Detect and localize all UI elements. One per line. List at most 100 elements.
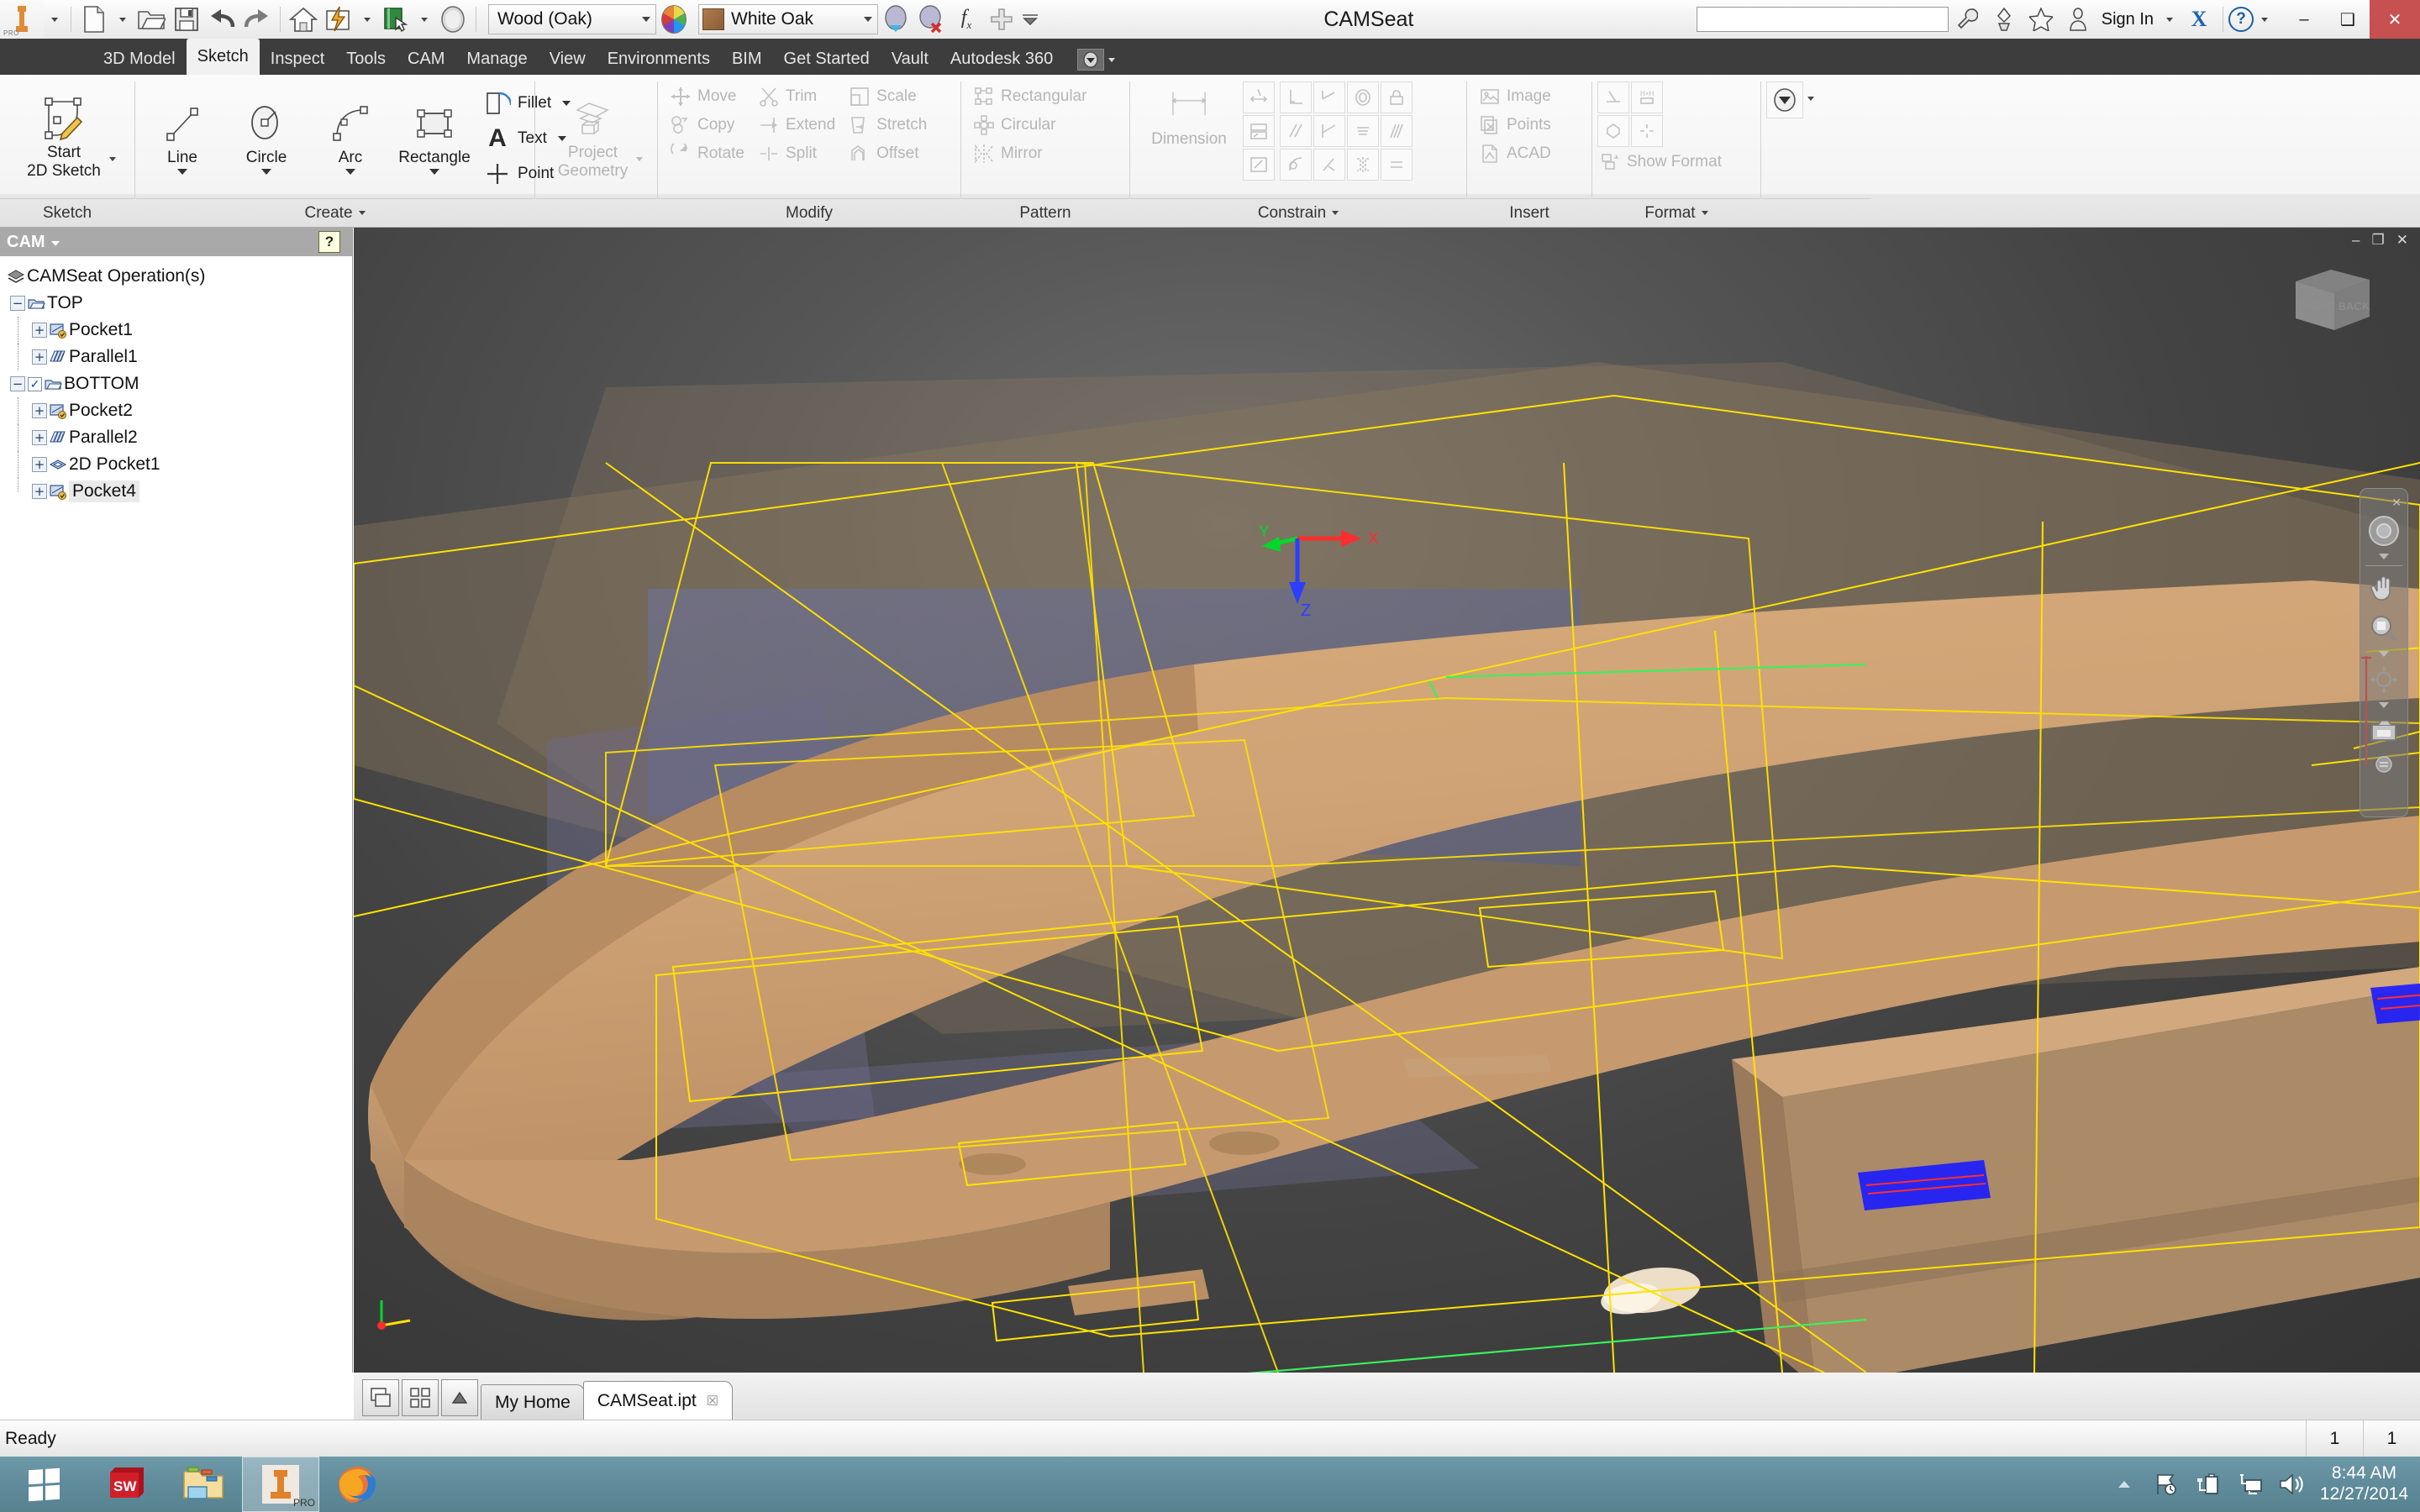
undo-icon[interactable] [204,2,239,37]
close-icon[interactable]: ☒ [707,1393,718,1410]
steering-wheel-dropdown-icon[interactable] [2379,554,2389,559]
material-dropdown[interactable]: Wood (Oak) [488,4,656,34]
stretch-button[interactable]: Stretch [842,112,934,139]
project-geometry-button[interactable]: Project Geometry [550,93,636,183]
clear-appearance-icon[interactable] [913,2,949,37]
expand-expander[interactable]: + [32,430,47,445]
move-button[interactable]: Move [663,83,751,110]
panel-expand-caret-icon[interactable] [358,211,366,215]
expand-expander[interactable]: + [32,484,47,499]
appearance-dropdown[interactable]: White Oak [698,4,878,34]
panel-expand-caret-icon[interactable] [1332,211,1339,215]
chevron-down-icon[interactable] [261,169,271,176]
tab-get-started[interactable]: Get Started [773,43,881,75]
tree-item-pocket1[interactable]: + Pocket1 [5,317,352,344]
tree-item-camseat-operations[interactable]: CAMSeat Operation(s) [5,263,352,290]
bottom-checkbox[interactable]: ✓ [28,376,42,391]
tab-environments[interactable]: Environments [597,43,721,75]
action-center-flag-icon[interactable] [2152,1470,2181,1499]
tree-item-pocket2[interactable]: + Pocket2 [5,397,352,424]
tab-3d-model[interactable]: 3D Model [92,43,187,75]
rectangular-pattern-button[interactable]: Rectangular [966,83,1093,110]
symmetric-constraint-icon[interactable] [1347,149,1379,181]
tab-view[interactable]: View [539,43,597,75]
scroll-tabs-button[interactable] [441,1379,478,1416]
expand-expander[interactable]: + [32,349,47,365]
search-input[interactable] [1696,7,1949,32]
chevron-down-icon[interactable] [50,241,60,246]
tab-my-home[interactable]: My Home [481,1384,585,1420]
appearance-icon[interactable] [435,2,471,37]
fx-parameters-icon[interactable]: fx [949,2,984,37]
windows-start-icon[interactable] [0,1457,87,1512]
close-button[interactable]: ✕ [2370,0,2420,39]
inventor-pro-icon[interactable]: PRO [242,1457,319,1512]
center-point-icon[interactable] [1631,115,1663,147]
arc-button[interactable]: Arc [308,98,392,178]
expand-expander[interactable]: + [32,403,47,418]
appearance-orb-icon[interactable] [661,5,687,34]
scale-button[interactable]: Scale [842,83,934,110]
look-at-icon[interactable] [2367,714,2401,748]
panel-title-format[interactable]: Format [1592,198,1760,227]
help-dropdown-icon[interactable] [2254,2,2275,37]
user-account-icon[interactable] [2064,5,2092,34]
chevron-down-icon[interactable] [177,169,187,176]
sign-in-link[interactable]: Sign In [2102,10,2154,29]
start-2d-sketch-button[interactable]: Start 2D Sketch [18,93,109,183]
zoom-magnifier-icon[interactable] [2367,612,2401,645]
app-menu-caret-icon[interactable] [44,2,66,37]
rotate-button[interactable]: Rotate [663,140,751,167]
tree-item-parallel2[interactable]: + Parallel2 [5,424,352,451]
exchange-icon[interactable] [1990,5,2018,34]
ribbon-display-options-icon[interactable] [1077,49,1105,71]
insert-acad-button[interactable]: ACAD [1472,140,1558,167]
navbar-close-icon[interactable]: ✕ [2391,496,2402,510]
equal-constraint-icon[interactable] [1381,149,1413,181]
tab-bim[interactable]: BIM [721,43,773,75]
volume-icon[interactable] [2278,1470,2307,1499]
tangent-constraint-icon[interactable] [1313,115,1345,147]
show-format-button[interactable]: Show Format [1597,149,1728,176]
tab-cam[interactable]: CAM [397,43,455,75]
parallel-constraint-icon[interactable] [1313,81,1345,113]
autodesk-exchange-x-icon[interactable]: X [2185,5,2213,34]
rectangle-button[interactable]: Rectangle [392,98,476,178]
split-button[interactable]: Split [751,140,842,167]
parallel2-constraint-icon[interactable] [1280,115,1312,147]
update-dropdown-icon[interactable] [356,2,378,37]
steering-wheel-icon[interactable] [2367,514,2401,548]
panel-expand-caret-icon[interactable] [1701,211,1708,215]
wrench-icon[interactable] [1953,5,1981,34]
tree-item-pocket4[interactable]: + Pocket4 [5,478,352,505]
firefox-icon[interactable] [319,1457,397,1512]
dimension-button[interactable]: Dimension [1135,80,1243,151]
mirror-button[interactable]: Mirror [966,140,1093,167]
redo-icon[interactable] [239,2,275,37]
circular-pattern-button[interactable]: Circular [966,112,1093,139]
chevron-down-icon[interactable] [429,169,439,176]
select-icon[interactable] [378,2,413,37]
update-icon[interactable] [321,2,356,37]
show-constraints-icon[interactable] [1243,115,1275,147]
cascade-windows-button[interactable] [362,1379,399,1416]
insert-points-button[interactable]: Points [1472,112,1558,139]
panel-title-create[interactable]: Create [135,198,534,227]
tab-camseat-ipt[interactable]: CAMSeat.ipt ☒ [582,1381,734,1420]
pan-hand-icon[interactable] [2367,572,2401,606]
vertical-constraint-icon[interactable] [1381,115,1413,147]
minimize-button[interactable]: – [2282,0,2326,39]
ribbon-options-caret-icon[interactable] [1108,57,1116,62]
horizontal-constraint-icon[interactable] [1347,115,1379,147]
smooth-constraint-icon[interactable] [1280,149,1312,181]
new-file-icon[interactable] [76,2,112,37]
viewcube-face-back[interactable]: BACK [2338,300,2370,312]
concentric-constraint-icon[interactable] [1347,81,1379,113]
battery-icon[interactable] [2194,1470,2223,1499]
collapse-expander[interactable]: − [10,296,25,311]
mdi-minimize-button[interactable]: – [2352,232,2360,249]
constraint-settings-icon[interactable] [1243,149,1275,181]
collapse-expander[interactable]: − [10,376,25,391]
adjust-appearance-icon[interactable] [878,2,913,37]
centerline-icon[interactable] [1597,115,1629,147]
